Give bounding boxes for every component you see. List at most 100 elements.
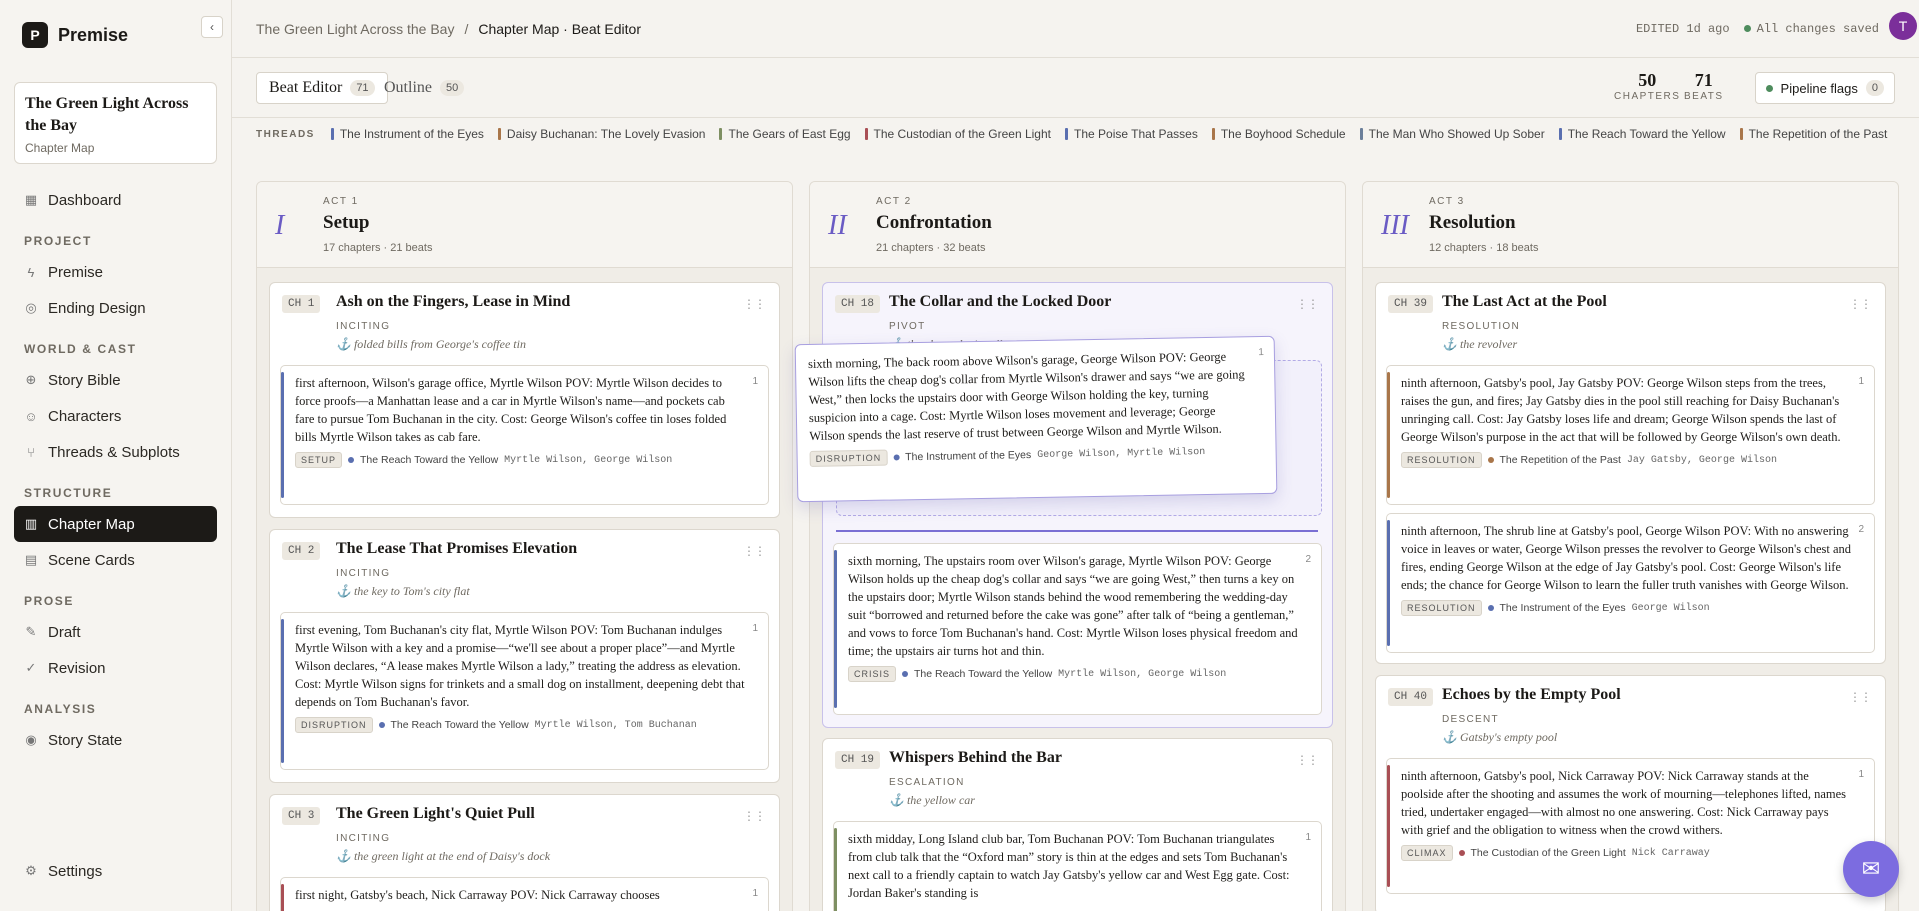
beat-tag: RESOLUTION: [1401, 600, 1482, 616]
chapter-anchor: ⚓ the yellow car: [889, 793, 975, 808]
collapse-sidebar-button[interactable]: ‹: [201, 16, 223, 38]
thread-chip[interactable]: The Reach Toward the Yellow: [1558, 127, 1726, 141]
drag-handle-icon[interactable]: ⋮⋮: [1849, 297, 1872, 311]
beat-card[interactable]: 1 first afternoon, Wilson's garage offic…: [280, 365, 769, 505]
sidebar-item-story-state[interactable]: ◉ Story State: [14, 722, 217, 758]
avatar[interactable]: T: [1889, 12, 1917, 40]
tab-count: 71: [350, 80, 375, 96]
beat-card[interactable]: 1 first evening, Tom Buchanan's city fla…: [280, 612, 769, 770]
beat-tag: CRISIS: [848, 666, 897, 682]
thread-color-bar: [1359, 128, 1363, 140]
anchor-text: Gatsby's empty pool: [1459, 730, 1558, 744]
act-header: III ACT 3 Resolution 12 chapters · 18 be…: [1363, 182, 1898, 268]
beat-card[interactable]: 1 ninth afternoon, Gatsby's pool, Nick C…: [1386, 758, 1875, 894]
tab-label: Outline: [384, 79, 432, 96]
chapter-anchor: ⚓ Gatsby's empty pool: [1442, 730, 1557, 745]
sidebar-item-settings[interactable]: ⚙ Settings: [14, 853, 218, 889]
thread-chip[interactable]: Daisy Buchanan: The Lovely Evasion: [497, 127, 705, 141]
anchor-icon: ⚓: [336, 849, 354, 863]
beat-text: ninth afternoon, The shrub line at Gatsb…: [1401, 524, 1852, 592]
sidebar-item-scene-cards[interactable]: ▤ Scene Cards: [14, 542, 217, 578]
chapter-type: RESOLUTION: [1442, 321, 1521, 332]
beat-card[interactable]: 1 sixth midday, Long Island club bar, To…: [833, 821, 1322, 911]
thread-chip[interactable]: The Poise That Passes: [1065, 127, 1198, 141]
chapter-card[interactable]: CH 2 The Lease That Promises Elevation ⋮…: [269, 529, 780, 783]
brand[interactable]: P Premise: [14, 0, 217, 70]
drag-handle-icon[interactable]: ⋮⋮: [743, 809, 766, 823]
beat-card[interactable]: 1 ninth afternoon, Gatsby's pool, Jay Ga…: [1386, 365, 1875, 505]
beat-card[interactable]: 1 first night, Gatsby's beach, Nick Carr…: [280, 877, 769, 911]
beat-card[interactable]: 2 ninth afternoon, The shrub line at Gat…: [1386, 513, 1875, 653]
drag-handle-icon[interactable]: ⋮⋮: [743, 297, 766, 311]
beat-footer: SETUP The Reach Toward the Yellow Myrtle…: [295, 452, 746, 468]
act-meta: 12 chapters · 18 beats: [1429, 242, 1539, 254]
act-numeral: II: [828, 210, 847, 241]
beat-thread: The Reach Toward the Yellow: [360, 454, 499, 466]
thread-chip[interactable]: The Boyhood Schedule: [1211, 127, 1346, 141]
thread-chip[interactable]: The Custodian of the Green Light: [864, 127, 1051, 141]
tab-beat-editor[interactable]: Beat Editor 71: [256, 72, 388, 104]
act-label: ACT 2: [876, 196, 912, 207]
act-label: ACT 3: [1429, 196, 1465, 207]
beat-text: sixth morning, The back room above Wilso…: [807, 349, 1245, 443]
beat-characters: Myrtle Wilson, George Wilson: [504, 454, 673, 466]
tab-label: Beat Editor: [269, 79, 343, 96]
project-card[interactable]: The Green Light Across the Bay Chapter M…: [14, 82, 217, 164]
chapter-card[interactable]: CH 3 The Green Light's Quiet Pull ⋮⋮ INC…: [269, 794, 780, 911]
saved-label: All changes saved: [1743, 22, 1879, 36]
sidebar-item-premise[interactable]: ϟ Premise: [14, 254, 217, 290]
pipeline-flags-button[interactable]: Pipeline flags 0: [1754, 72, 1895, 104]
sidebar-item-draft[interactable]: ✎ Draft: [14, 614, 217, 650]
sidebar-item-characters[interactable]: ☺ Characters: [14, 398, 217, 434]
anchor-text: folded bills from George's coffee tin: [353, 337, 526, 351]
chapter-card[interactable]: CH 40 Echoes by the Empty Pool ⋮⋮ DESCEN…: [1375, 675, 1886, 911]
act-title: Confrontation: [876, 212, 992, 233]
beat-text: ninth afternoon, Gatsby's pool, Nick Car…: [1401, 769, 1847, 837]
nav-section-prose: PROSE: [24, 594, 75, 608]
beat-number: 1: [752, 888, 758, 899]
sidebar-item-dashboard[interactable]: ▦ Dashboard: [14, 182, 217, 218]
chapter-badge: CH 40: [1388, 688, 1434, 706]
beat-characters: George Wilson: [1631, 602, 1710, 614]
chapter-title: The Lease That Promises Elevation: [336, 540, 578, 557]
chapter-anchor: ⚓ the green light at the end of Daisy's …: [336, 849, 550, 864]
thread-chip[interactable]: The Repetition of the Past: [1739, 127, 1887, 141]
chevron-left-icon: ‹: [210, 20, 214, 34]
beat-thread-stripe: [1387, 520, 1390, 646]
thread-chip[interactable]: The Man Who Showed Up Sober: [1359, 127, 1545, 141]
thread-dot-icon: [1487, 457, 1494, 463]
chapter-type: ESCALATION: [889, 777, 965, 788]
beat-thread-stripe: [834, 828, 837, 911]
chat-button[interactable]: ✉: [1843, 841, 1899, 897]
sidebar-item-label: Revision: [48, 659, 106, 677]
thread-chip[interactable]: The Gears of East Egg: [719, 127, 851, 141]
chapter-card[interactable]: CH 19 Whispers Behind the Bar ⋮⋮ ESCALAT…: [822, 738, 1333, 911]
chapter-card[interactable]: CH 1 Ash on the Fingers, Lease in Mind ⋮…: [269, 282, 780, 518]
thread-name: The Poise That Passes: [1074, 127, 1198, 141]
drag-handle-icon[interactable]: ⋮⋮: [743, 544, 766, 558]
drag-handle-icon[interactable]: ⋮⋮: [1296, 753, 1319, 767]
sidebar-item-label: Characters: [48, 407, 122, 425]
sidebar-item-story-bible[interactable]: ⊕ Story Bible: [14, 362, 217, 398]
thread-name: The Custodian of the Green Light: [873, 127, 1051, 141]
beat-tag: RESOLUTION: [1401, 452, 1482, 468]
sidebar-item-chapter-map[interactable]: ▥ Chapter Map: [14, 506, 217, 542]
beat-card[interactable]: 2 sixth morning, The upstairs room over …: [833, 543, 1322, 715]
sidebar-item-threads[interactable]: ⑂ Threads & Subplots: [14, 434, 217, 470]
beat-thread: The Reach Toward the Yellow: [914, 668, 1053, 680]
drag-handle-icon[interactable]: ⋮⋮: [1296, 297, 1319, 311]
beat-text: first evening, Tom Buchanan's city flat,…: [295, 623, 745, 709]
beat-text: ninth afternoon, Gatsby's pool, Jay Gats…: [1401, 376, 1841, 444]
drag-handle-icon[interactable]: ⋮⋮: [1849, 690, 1872, 704]
dragging-beat-card[interactable]: 1 sixth morning, The back room above Wil…: [794, 335, 1278, 503]
sidebar-item-ending-design[interactable]: ◎ Ending Design: [14, 290, 217, 326]
tab-outline[interactable]: Outline 50: [372, 72, 476, 104]
sidebar-item-label: Settings: [48, 862, 103, 880]
chapter-card[interactable]: CH 39 The Last Act at the Pool ⋮⋮ RESOLU…: [1375, 282, 1886, 664]
sidebar-item-label: Premise: [48, 263, 104, 281]
thread-chip[interactable]: The Instrument of the Eyes: [330, 127, 484, 141]
breadcrumb-root[interactable]: The Green Light Across the Bay: [256, 21, 454, 37]
beat-number: 1: [752, 376, 758, 387]
sidebar-item-revision[interactable]: ✓ Revision: [14, 650, 217, 686]
beat-thread-stripe: [281, 619, 284, 763]
